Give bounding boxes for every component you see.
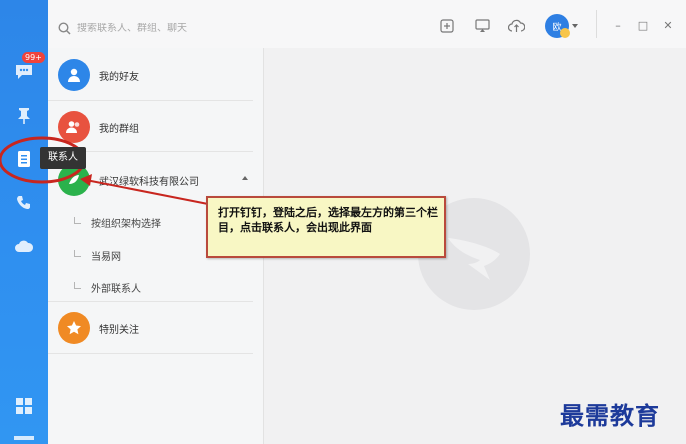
minimize-button[interactable]: – xyxy=(610,17,626,33)
callout-text: 打开钉钉，登陆之后，选择最左方的第三个栏目，点击联系人，会出现此界面 xyxy=(218,206,438,234)
cloud-icon xyxy=(15,240,34,252)
unread-badge: 99+ xyxy=(22,52,45,63)
watermark: 最需教育 xyxy=(560,401,660,430)
special-follow-label: 特别关注 xyxy=(99,324,139,336)
contacts-tooltip: 联系人 xyxy=(40,147,86,169)
dangyiwang-label: 当易网 xyxy=(91,252,121,263)
phone-icon xyxy=(17,196,30,209)
sub-item-external-contacts[interactable]: 外部联系人 xyxy=(74,280,141,295)
sidebar-item-pin[interactable] xyxy=(0,98,48,134)
star-icon xyxy=(58,312,90,344)
sidebar-item-apps[interactable] xyxy=(0,388,48,424)
screen-share-button[interactable] xyxy=(472,16,492,36)
list-item-my-friends[interactable]: 我的好友 xyxy=(48,58,253,92)
add-icon xyxy=(440,19,454,33)
external-contacts-label: 外部联系人 xyxy=(91,284,141,295)
sub-item-dangyiwang[interactable]: 当易网 xyxy=(74,248,121,263)
my-groups-label: 我的群组 xyxy=(99,123,139,135)
friend-avatar-icon xyxy=(58,59,90,91)
list-item-special-follow[interactable]: 特别关注 xyxy=(48,311,253,345)
pin-icon xyxy=(18,108,30,124)
search-icon xyxy=(58,21,71,35)
divider xyxy=(48,100,253,101)
tree-branch-icon xyxy=(74,282,81,289)
chat-icon xyxy=(16,65,32,79)
list-item-my-groups[interactable]: 我的群组 xyxy=(48,110,253,144)
maximize-button[interactable]: □ xyxy=(635,17,651,33)
top-bar: 欧 – □ ✕ xyxy=(48,0,686,49)
sidebar-item-messages[interactable]: 99+ xyxy=(0,52,48,90)
sidebar-item-phone[interactable] xyxy=(0,185,48,221)
group-icon xyxy=(58,111,90,143)
tree-branch-icon xyxy=(74,250,81,257)
company-label: 武汉绿软科技有限公司 xyxy=(99,176,199,188)
apps-grid-icon xyxy=(16,398,32,414)
emoji-status-icon xyxy=(560,28,570,38)
sidebar-item-cloud[interactable] xyxy=(0,228,48,264)
sidebar-more-icon[interactable] xyxy=(14,436,34,440)
upload-button[interactable] xyxy=(506,16,526,36)
chevron-up-icon[interactable] xyxy=(242,176,248,180)
search-bar[interactable] xyxy=(58,18,258,38)
org-structure-label: 按组织架构选择 xyxy=(91,219,161,230)
divider xyxy=(48,301,253,302)
close-button[interactable]: ✕ xyxy=(660,17,676,33)
divider xyxy=(48,353,253,354)
sub-item-org-structure[interactable]: 按组织架构选择 xyxy=(74,215,161,230)
left-sidebar: 99+ xyxy=(0,0,48,444)
search-input[interactable] xyxy=(77,22,247,34)
screen-share-icon xyxy=(474,19,490,32)
add-button[interactable] xyxy=(437,16,457,36)
my-friends-label: 我的好友 xyxy=(99,71,139,83)
toolbar-divider xyxy=(596,10,597,38)
tree-branch-icon xyxy=(74,217,81,224)
upload-cloud-icon xyxy=(507,19,525,32)
annotation-callout: 打开钉钉，登陆之后，选择最左方的第三个栏目，点击联系人，会出现此界面 xyxy=(206,196,446,258)
chevron-down-icon[interactable] xyxy=(572,24,578,28)
contacts-icon xyxy=(18,151,30,167)
